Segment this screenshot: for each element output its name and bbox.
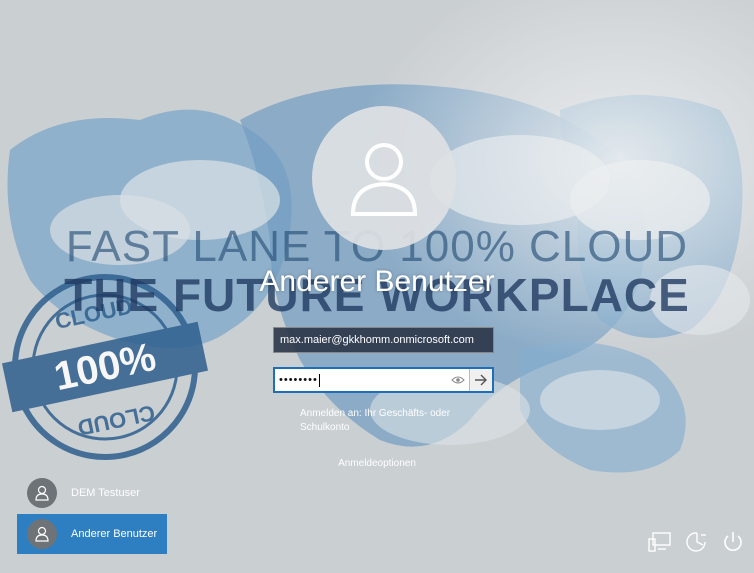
power-icon[interactable]: [718, 527, 748, 557]
user-name-title: Anderer Benutzer: [259, 265, 495, 298]
password-field-container[interactable]: ••••••••: [273, 367, 494, 393]
user-tile-label: Anderer Benutzer: [71, 528, 158, 540]
user-tile-anderer-benutzer[interactable]: Anderer Benutzer: [17, 514, 167, 554]
user-avatar-small: [27, 478, 57, 508]
user-tile-dem-testuser[interactable]: DEM Testuser: [17, 473, 167, 513]
user-avatar-small: [27, 519, 57, 549]
submit-arrow-button[interactable]: [469, 369, 492, 391]
user-tile-label: DEM Testuser: [71, 487, 140, 499]
svg-text:CLOUD: CLOUD: [75, 400, 157, 441]
arrow-right-icon: [475, 374, 487, 386]
signin-options-link[interactable]: Anmeldeoptionen: [0, 458, 754, 469]
user-avatar: [312, 106, 456, 250]
user-icon: [35, 526, 49, 542]
password-field[interactable]: ••••••••: [275, 369, 447, 391]
user-icon: [350, 143, 418, 216]
user-icon: [35, 485, 49, 501]
ease-of-access-icon[interactable]: [682, 527, 712, 557]
network-icon[interactable]: [645, 527, 675, 557]
signin-hint-text: Anmelden an: Ihr Geschäfts- oder Schulko…: [300, 408, 451, 433]
reveal-password-icon[interactable]: [447, 369, 469, 391]
email-field[interactable]: max.maier@gkkhomm.onmicrosoft.com: [273, 327, 494, 353]
